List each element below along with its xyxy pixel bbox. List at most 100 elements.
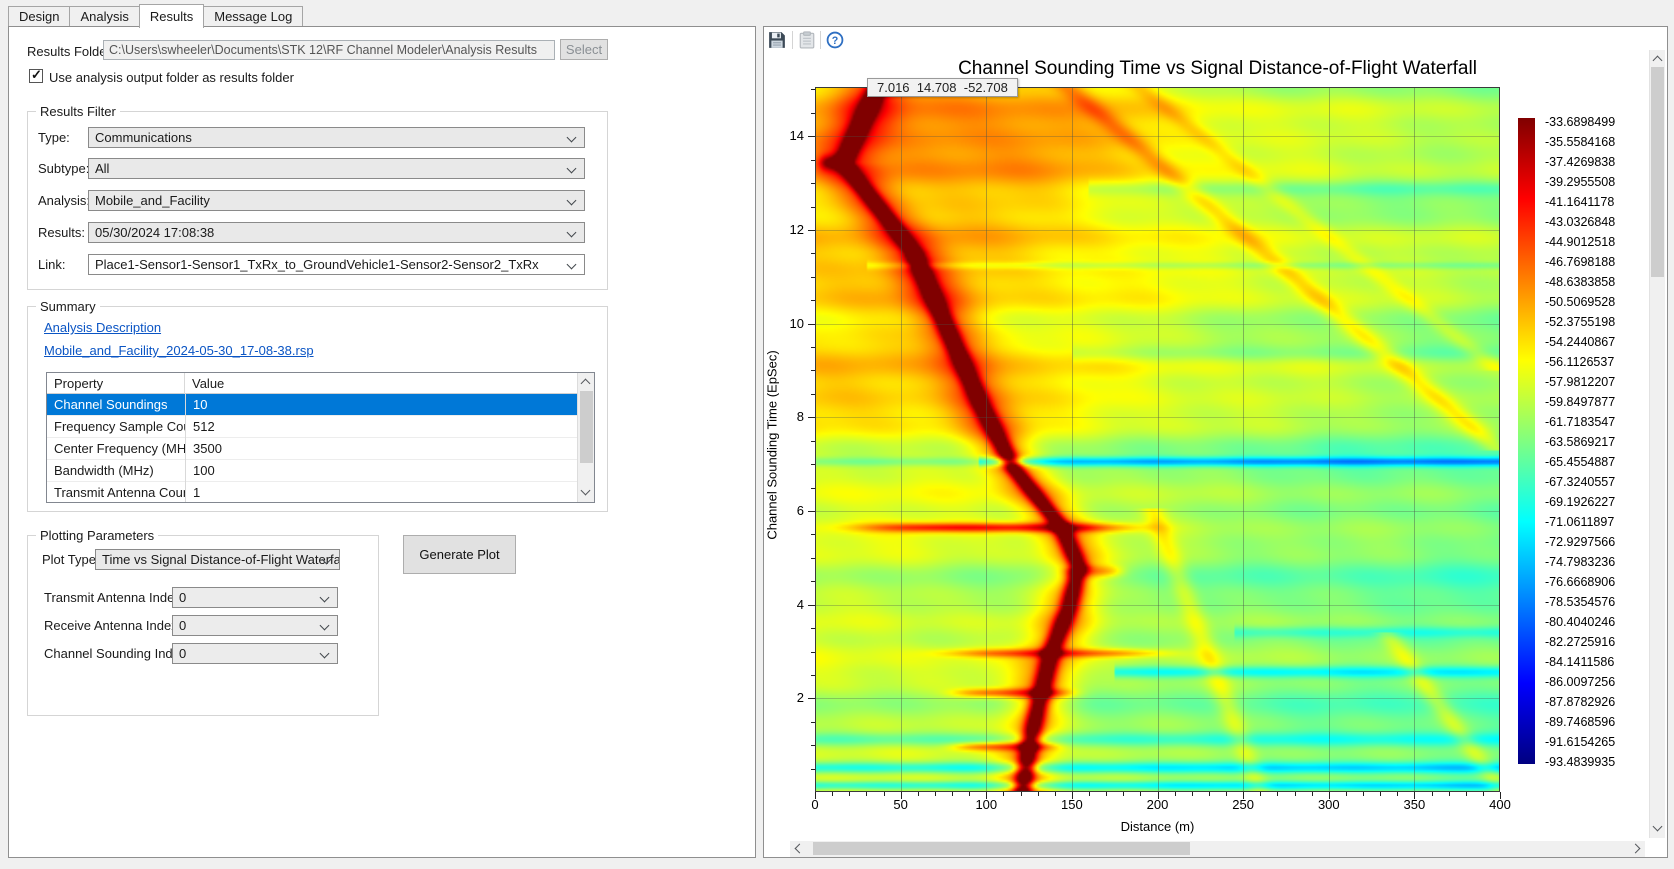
- index-label-1: Receive Antenna Index:: [44, 618, 181, 633]
- summary-link-1[interactable]: Mobile_and_Facility_2024-05-30_17-08-38.…: [44, 343, 314, 358]
- filter-label-link: Link:: [38, 257, 65, 272]
- grid-line-vertical: [1243, 87, 1244, 792]
- filter-combo-subtype[interactable]: All: [88, 158, 585, 179]
- grid-line-horizontal: [815, 417, 1500, 418]
- x-axis-minor-tick: [1123, 792, 1124, 796]
- colorbar-tick-label: -52.3755198: [1545, 315, 1635, 331]
- cell-property: Channel Soundings: [47, 394, 185, 416]
- colorbar-tick-label: -35.5584168: [1545, 135, 1635, 151]
- colorbar-tick-label: -57.9812207: [1545, 375, 1635, 391]
- x-axis-minor-tick: [935, 792, 936, 796]
- x-axis-minor-tick: [969, 792, 970, 796]
- use-output-folder-checkbox[interactable]: ✓: [29, 69, 43, 83]
- table-row[interactable]: Center Frequency (MHz)3500: [47, 438, 578, 460]
- y-axis-tick: [808, 417, 815, 418]
- filter-combo-analysis[interactable]: Mobile_and_Facility: [88, 190, 585, 211]
- filter-combo-link[interactable]: Place1-Sensor1-Sensor1_TxRx_to_GroundVeh…: [88, 254, 585, 275]
- toolbar-separator: [820, 31, 821, 49]
- table-row[interactable]: Frequency Sample Count512: [47, 416, 578, 438]
- results-folder-input[interactable]: C:\Users\swheeler\Documents\STK 12\RF Ch…: [103, 40, 555, 60]
- index-combo-0[interactable]: 0: [172, 587, 338, 608]
- y-axis-minor-tick: [811, 488, 815, 489]
- scroll-up-icon[interactable]: [1653, 56, 1663, 66]
- x-axis-tick-label: 350: [1394, 797, 1434, 812]
- y-axis-minor-tick: [811, 628, 815, 629]
- grid-line-vertical: [1158, 87, 1159, 792]
- help-icon[interactable]: ?: [826, 31, 844, 49]
- colorbar-tick-label: -63.5869217: [1545, 435, 1635, 451]
- colorbar-tick-label: -86.0097256: [1545, 675, 1635, 691]
- chevron-down-icon: [567, 133, 577, 143]
- colorbar-tick-label: -93.4839935: [1545, 755, 1635, 771]
- y-axis-minor-tick: [811, 652, 815, 653]
- y-axis-minor-tick: [811, 300, 815, 301]
- y-axis-minor-tick: [811, 769, 815, 770]
- x-axis-tick: [901, 792, 902, 799]
- column-header-value[interactable]: Value: [185, 373, 578, 394]
- scrollbar-thumb[interactable]: [813, 842, 1190, 855]
- scroll-down-icon[interactable]: [1653, 822, 1663, 832]
- scrollbar-thumb[interactable]: [1651, 67, 1664, 277]
- select-folder-button[interactable]: Select: [560, 39, 608, 60]
- y-axis-tick-label: 12: [766, 222, 804, 237]
- x-axis-tick-label: 100: [966, 797, 1006, 812]
- scroll-right-icon[interactable]: [1631, 844, 1641, 854]
- y-axis-minor-tick: [811, 534, 815, 535]
- x-axis-minor-tick: [1312, 792, 1313, 796]
- results-folder-path: C:\Users\swheeler\Documents\STK 12\RF Ch…: [109, 43, 537, 57]
- tab-analysis[interactable]: Analysis: [69, 6, 139, 26]
- x-axis-tick: [1500, 792, 1501, 799]
- generate-plot-button[interactable]: Generate Plot: [403, 535, 516, 574]
- filter-combo-results[interactable]: 05/30/2024 17:08:38: [88, 222, 585, 243]
- scroll-down-icon[interactable]: [581, 486, 591, 496]
- tab-results[interactable]: Results: [139, 4, 204, 28]
- colorbar-tick-label: -76.6668906: [1545, 575, 1635, 591]
- x-axis-tick: [1072, 792, 1073, 799]
- filter-label-type: Type:: [38, 130, 70, 145]
- table-row[interactable]: Transmit Antenna Count1: [47, 482, 578, 503]
- plot-vertical-scrollbar[interactable]: [1649, 50, 1665, 838]
- y-axis-minor-tick: [811, 394, 815, 395]
- cell-property: Frequency Sample Count: [47, 416, 185, 438]
- tab-message-log[interactable]: Message Log: [203, 6, 303, 26]
- combo-value: 05/30/2024 17:08:38: [95, 225, 214, 240]
- y-axis-minor-tick: [811, 347, 815, 348]
- filter-combo-type[interactable]: Communications: [88, 127, 585, 148]
- tab-design[interactable]: Design: [8, 6, 70, 26]
- scrollbar-thumb[interactable]: [580, 391, 593, 463]
- x-axis-minor-tick: [1140, 792, 1141, 796]
- plot-horizontal-scrollbar[interactable]: [790, 841, 1645, 857]
- x-axis-tick: [1243, 792, 1244, 799]
- table-row[interactable]: Bandwidth (MHz)100: [47, 460, 578, 482]
- y-axis-tick-label: 4: [766, 597, 804, 612]
- combo-value: Communications: [95, 130, 192, 145]
- y-axis-tick-label: 10: [766, 316, 804, 331]
- y-axis-minor-tick: [811, 441, 815, 442]
- save-icon[interactable]: [768, 31, 786, 49]
- colorbar-tick-label: -41.1641178: [1545, 195, 1635, 211]
- x-axis-tick: [986, 792, 987, 799]
- y-axis-minor-tick: [811, 253, 815, 254]
- summary-link-0[interactable]: Analysis Description: [44, 320, 161, 335]
- y-axis-minor-tick: [811, 745, 815, 746]
- colorbar-tick-label: -50.5069528: [1545, 295, 1635, 311]
- x-axis-minor-tick: [1209, 792, 1210, 796]
- x-axis-minor-tick: [1432, 792, 1433, 796]
- colorbar-tick-label: -46.7698188: [1545, 255, 1635, 271]
- column-header-property[interactable]: Property: [47, 373, 185, 394]
- cell-value: 512: [185, 416, 578, 438]
- y-axis-minor-tick: [811, 558, 815, 559]
- table-row[interactable]: Channel Soundings10: [47, 394, 578, 416]
- summary-table-scrollbar[interactable]: [577, 373, 594, 502]
- index-combo-2[interactable]: 0: [172, 643, 338, 664]
- scroll-up-icon[interactable]: [581, 379, 591, 389]
- x-axis-tick: [1158, 792, 1159, 799]
- x-axis-minor-tick: [1106, 792, 1107, 796]
- index-combo-1[interactable]: 0: [172, 615, 338, 636]
- scroll-left-icon[interactable]: [795, 844, 805, 854]
- y-axis-minor-tick: [811, 207, 815, 208]
- svg-text:?: ?: [832, 35, 839, 47]
- y-axis-minor-tick: [811, 89, 815, 90]
- plot-type-combobox[interactable]: Time vs Signal Distance-of-Flight Waterf…: [95, 549, 340, 570]
- colorbar-tick-label: -65.4554887: [1545, 455, 1635, 471]
